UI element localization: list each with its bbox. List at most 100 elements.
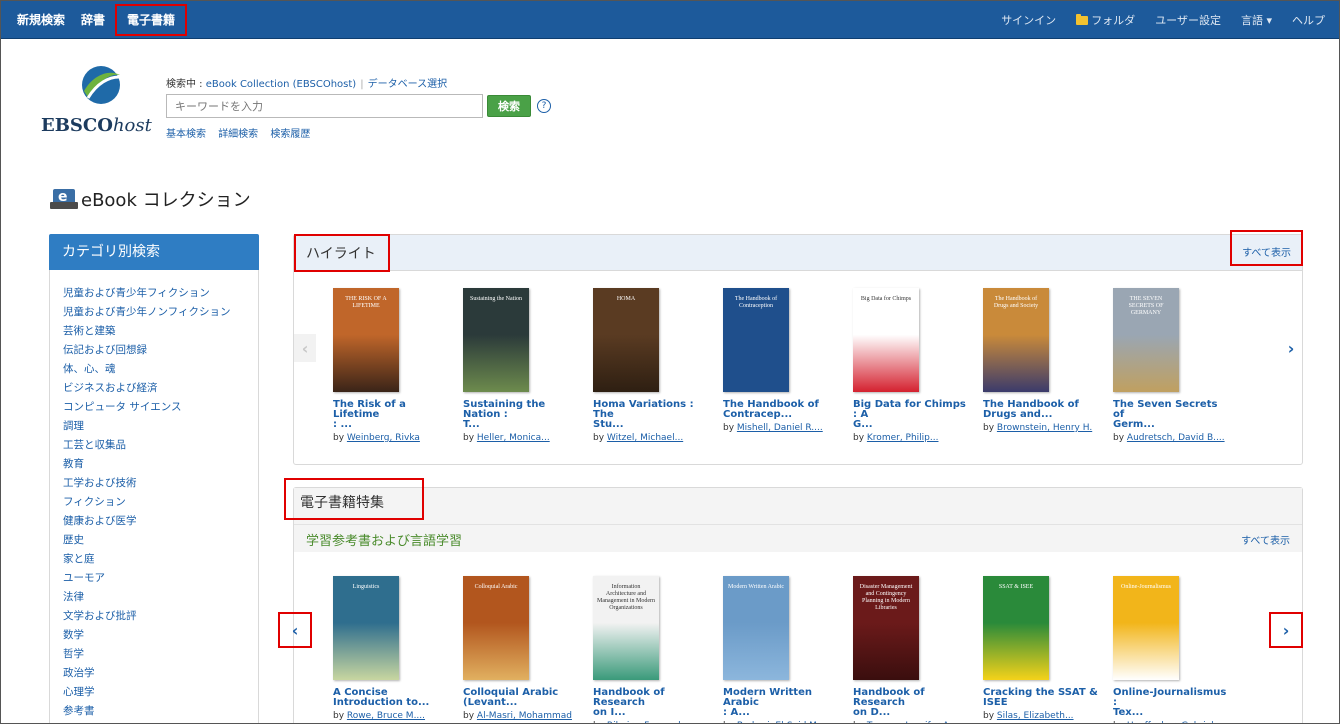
basic-search-link[interactable]: 基本検索 (166, 129, 206, 140)
category-link[interactable]: 心理学 (63, 683, 245, 702)
category-link[interactable]: 数学 (63, 626, 245, 645)
nav-language[interactable]: 言語 ▾ (1231, 12, 1282, 28)
nav-ebooks[interactable]: 電子書籍 (115, 4, 188, 36)
category-link[interactable]: 政治学 (63, 664, 245, 683)
category-link[interactable]: 教育 (63, 455, 245, 474)
highlights-see-all-link[interactable]: すべて表示 (1230, 230, 1303, 266)
category-link[interactable]: 体、心、魂 (63, 360, 245, 379)
highlights-next-arrow[interactable]: › (1280, 334, 1302, 362)
category-link[interactable]: ビジネスおよび経済 (63, 379, 245, 398)
category-link[interactable]: 法律 (63, 588, 245, 607)
author-link[interactable]: Witzel, Michael... (607, 433, 683, 443)
book-cover[interactable]: SSAT & ISEE (983, 576, 1049, 680)
book-card[interactable]: The Handbook of Contraception The Handboo… (723, 288, 841, 433)
book-title[interactable]: Online-Journalismus : Tex... (1113, 688, 1231, 718)
author-link[interactable]: Silas, Elizabeth... (997, 711, 1074, 721)
book-title[interactable]: The Risk of a Lifetime: ... (333, 400, 451, 430)
book-cover[interactable]: Modern Written Arabic (723, 576, 789, 680)
book-card[interactable]: SSAT & ISEE Cracking the SSAT & ISEE by Sil… (983, 576, 1101, 721)
book-title[interactable]: Modern Written Arabic: A... (723, 688, 841, 718)
help-icon[interactable]: ? (537, 99, 551, 113)
book-cover[interactable]: The Handbook of Contraception (723, 288, 789, 392)
advanced-search-link[interactable]: 詳細検索 (218, 129, 258, 140)
nav-sign-in[interactable]: サインイン (991, 12, 1066, 28)
category-link[interactable]: 健康および医学 (63, 512, 245, 531)
book-cover[interactable]: Big Data for Chimps (853, 288, 919, 392)
book-card[interactable]: Colloquial Arabic Colloquial Arabic (Levan… (463, 576, 581, 721)
book-cover[interactable]: Disaster Management and Contingency Plan… (853, 576, 919, 680)
category-link[interactable]: 児童および青少年フィクション (63, 284, 245, 303)
featured-see-all-link[interactable]: すべて表示 (1241, 532, 1290, 547)
book-card[interactable]: Sustaining the Nation Sustaining the Nati… (463, 288, 581, 443)
book-cover[interactable]: Colloquial Arabic (463, 576, 529, 680)
author-link[interactable]: Mishell, Daniel R.... (737, 423, 823, 433)
book-cover[interactable]: The Handbook of Drugs and Society (983, 288, 1049, 392)
author-link[interactable]: Kromer, Philip... (867, 433, 939, 443)
featured-prev-arrow[interactable]: ‹ (278, 612, 312, 648)
author-link[interactable]: Brownstein, Henry H. (997, 423, 1092, 433)
category-link[interactable]: コンピュータ サイエンス (63, 398, 245, 417)
book-cover[interactable]: Online-Journalismus (1113, 576, 1179, 680)
book-card[interactable]: The Handbook of Drugs and Society The Han… (983, 288, 1101, 433)
author-link[interactable]: Rowe, Bruce M.... (347, 711, 425, 721)
book-card[interactable]: Modern Written Arabic Modern Written Arab… (723, 576, 841, 723)
category-link[interactable]: 工芸と収集品 (63, 436, 245, 455)
book-cover[interactable]: Linguistics (333, 576, 399, 680)
nav-dictionary[interactable]: 辞書 (73, 10, 113, 30)
category-link[interactable]: 児童および青少年ノンフィクション (63, 303, 245, 322)
book-title[interactable]: Big Data for Chimps : A G... (853, 400, 971, 430)
book-title-line1: The Seven Secrets of (1113, 399, 1218, 420)
book-cover[interactable]: HOMA (593, 288, 659, 392)
book-title[interactable]: Cracking the SSAT & ISEE (983, 688, 1101, 708)
category-link[interactable]: 家と庭 (63, 550, 245, 569)
book-title[interactable]: Homa Variations : The Stu... (593, 400, 711, 430)
nav-folder[interactable]: フォルダ (1066, 12, 1145, 28)
book-card[interactable]: THE RISK OF A LIFETIME The Risk of a Life… (333, 288, 451, 443)
featured-category-title[interactable]: 学習参考書および言語学習 (306, 530, 462, 549)
ebscohost-logo[interactable]: EBSCOhost (41, 65, 152, 136)
book-cover[interactable]: THE RISK OF A LIFETIME (333, 288, 399, 392)
book-cover[interactable]: Information Architecture and Management … (593, 576, 659, 680)
book-title[interactable]: Sustaining the Nation : T... (463, 400, 581, 430)
search-button[interactable]: 検索 (487, 95, 531, 117)
nav-new-search[interactable]: 新規検索 (9, 10, 73, 30)
book-card[interactable]: Information Architecture and Management … (593, 576, 711, 723)
book-card[interactable]: Disaster Management and Contingency Plan… (853, 576, 971, 723)
book-title[interactable]: The Handbook of Contracep... (723, 400, 841, 420)
author-link[interactable]: Al-Masri, Mohammad (477, 711, 572, 721)
search-history-link[interactable]: 検索履歴 (270, 129, 310, 140)
nav-help[interactable]: ヘルプ (1282, 12, 1335, 28)
book-title[interactable]: A Concise Introduction to... (333, 688, 451, 708)
highlights-prev-arrow[interactable]: ‹ (294, 334, 316, 362)
category-link[interactable]: 芸術と建築 (63, 322, 245, 341)
database-name[interactable]: eBook Collection (EBSCOhost) (206, 79, 356, 90)
category-link[interactable]: 伝記および回想録 (63, 341, 245, 360)
category-link[interactable]: 工学および技術 (63, 474, 245, 493)
category-link[interactable]: 参考書 (63, 702, 245, 721)
book-cover[interactable]: Sustaining the Nation (463, 288, 529, 392)
book-title[interactable]: Handbook of Research on I... (593, 688, 711, 718)
book-card[interactable]: HOMA Homa Variations : The Stu... by Witzel… (593, 288, 711, 443)
book-title[interactable]: The Seven Secrets of Germ... (1113, 400, 1231, 430)
author-link[interactable]: Heller, Monica... (477, 433, 550, 443)
book-card[interactable]: Big Data for Chimps Big Data for Chimps :… (853, 288, 971, 443)
author-link[interactable]: Audretsch, David B.... (1127, 433, 1225, 443)
book-title[interactable]: Colloquial Arabic (Levant... (463, 688, 581, 708)
book-card[interactable]: Online-Journalismus Online-Journalismus :… (1113, 576, 1231, 723)
select-database-link[interactable]: データベース選択 (368, 79, 448, 90)
book-cover[interactable]: THE SEVEN SECRETS OF GERMANY (1113, 288, 1179, 392)
book-title[interactable]: The Handbook of Drugs and... (983, 400, 1101, 420)
category-link[interactable]: 文学および批評 (63, 607, 245, 626)
nav-user-settings[interactable]: ユーザー設定 (1145, 12, 1231, 28)
book-card[interactable]: THE SEVEN SECRETS OF GERMANY The Seven Se… (1113, 288, 1231, 443)
category-link[interactable]: 調理 (63, 417, 245, 436)
book-title[interactable]: Handbook of Research on D... (853, 688, 971, 718)
search-input[interactable] (166, 94, 483, 118)
category-link[interactable]: 歴史 (63, 531, 245, 550)
author-link[interactable]: Weinberg, Rivka (347, 433, 420, 443)
category-link[interactable]: フィクション (63, 493, 245, 512)
featured-next-arrow[interactable]: › (1269, 612, 1303, 648)
category-link[interactable]: ユーモア (63, 569, 245, 588)
book-card[interactable]: Linguistics A Concise Introduction to... by… (333, 576, 451, 721)
category-link[interactable]: 哲学 (63, 645, 245, 664)
